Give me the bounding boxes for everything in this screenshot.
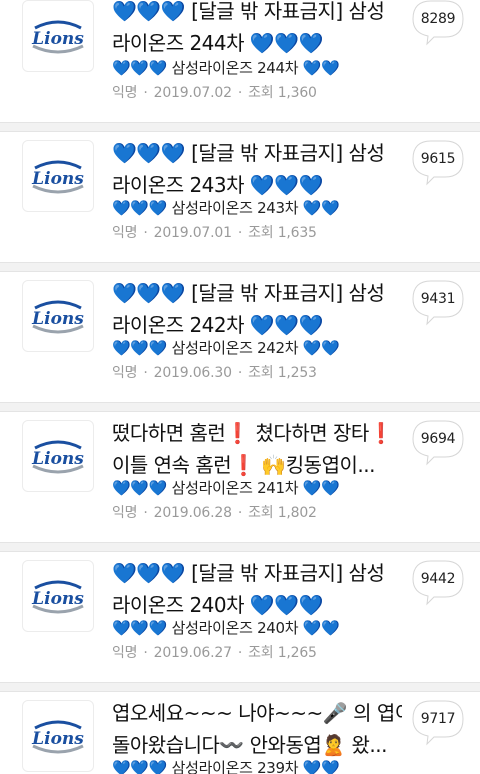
divider (0, 122, 480, 132)
post-title[interactable]: 💙💙💙 [달글 밖 자표금지] 삼성 라이온즈 240차 💙💙💙 (112, 557, 402, 621)
svg-text:Lions: Lions (31, 589, 84, 609)
post-author: 익명 (112, 225, 138, 241)
post-title[interactable]: 💙💙💙 [달글 밖 자표금지] 삼성 라이온즈 243차 💙💙💙 (112, 137, 402, 201)
post-item[interactable]: Lions 💙💙💙 [달글 밖 자표금지] 삼성 라이온즈 242차 💙💙💙 💙… (0, 280, 480, 398)
post-item[interactable]: Lions 떴다하면 홈런❗ 쳤다하면 장타❗ 이틀 연속 홈런❗ 🙌킹동엽이.… (0, 420, 480, 538)
post-preview: 💙💙💙 삼성라이온즈 242차 💙💙 (112, 339, 340, 357)
comment-count-bubble[interactable]: 9431 (412, 280, 464, 326)
comment-count-bubble[interactable]: 9694 (412, 420, 464, 466)
post-preview: 💙💙💙 삼성라이온즈 240차 💙💙 (112, 619, 340, 637)
post-preview: 💙💙💙 삼성라이온즈 239차 💙💙 (112, 759, 340, 774)
comment-count: 8289 (420, 11, 456, 27)
post-item[interactable]: Lions 💙💙💙 [달글 밖 자표금지] 삼성 라이온즈 240차 💙💙💙 💙… (0, 560, 480, 678)
post-thumbnail: Lions (22, 420, 94, 492)
post-date: 2019.07.01 (153, 225, 232, 241)
post-views: 조회 1,802 (248, 505, 317, 521)
comment-count: 9717 (420, 711, 456, 727)
post-title-line: 💙💙💙 [달글 밖 자표금지] 삼성 (112, 561, 385, 585)
post-views: 조회 1,265 (248, 645, 317, 661)
post-meta: 익명 · 2019.06.27 · 조회 1,265 (112, 645, 317, 661)
post-preview: 💙💙💙 삼성라이온즈 241차 💙💙 (112, 479, 340, 497)
post-date: 2019.06.28 (153, 505, 232, 521)
post-author: 익명 (112, 505, 138, 521)
post-title-line: 💙💙💙 [달글 밖 자표금지] 삼성 (112, 281, 385, 305)
post-title-line: 💙💙💙 [달글 밖 자표금지] 삼성 (112, 0, 385, 23)
post-thumbnail: Lions (22, 140, 94, 212)
post-views: 조회 1,635 (248, 225, 317, 241)
svg-text:Lions: Lions (31, 729, 84, 749)
svg-text:Lions: Lions (31, 29, 84, 49)
comment-count: 9615 (420, 151, 456, 167)
svg-text:Lions: Lions (31, 449, 84, 469)
comment-count-bubble[interactable]: 9615 (412, 140, 464, 186)
comment-count: 9442 (420, 571, 456, 587)
post-title-line: 엽오세요~~~ 나야~~~🎤 의 엽이 (112, 701, 402, 725)
divider (0, 682, 480, 692)
comment-count-bubble[interactable]: 9717 (412, 700, 464, 746)
comment-count-bubble[interactable]: 8289 (412, 0, 464, 46)
post-meta: 익명 · 2019.06.30 · 조회 1,253 (112, 365, 317, 381)
lions-logo-icon: Lions (31, 440, 84, 474)
post-date: 2019.06.27 (153, 645, 232, 661)
post-author: 익명 (112, 365, 138, 381)
svg-text:Lions: Lions (31, 169, 84, 189)
post-item[interactable]: Lions 💙💙💙 [달글 밖 자표금지] 삼성 라이온즈 244차 💙💙💙 💙… (0, 0, 480, 118)
post-title-line: 💙💙💙 [달글 밖 자표금지] 삼성 (112, 141, 385, 165)
post-meta: 익명 · 2019.07.01 · 조회 1,635 (112, 225, 317, 241)
svg-text:Lions: Lions (31, 309, 84, 329)
comment-count: 9694 (420, 431, 456, 447)
post-author: 익명 (112, 85, 138, 101)
post-title[interactable]: 💙💙💙 [달글 밖 자표금지] 삼성 라이온즈 244차 💙💙💙 (112, 0, 402, 59)
post-views: 조회 1,253 (248, 365, 317, 381)
post-meta: 익명 · 2019.06.28 · 조회 1,802 (112, 505, 317, 521)
lions-logo-icon: Lions (31, 720, 84, 754)
post-thumbnail: Lions (22, 280, 94, 352)
post-title[interactable]: 엽오세요~~~ 나야~~~🎤 의 엽이 돌아왔습니다〰️ 안와동엽🙎 왔... (112, 700, 402, 761)
post-date: 2019.06.30 (153, 365, 232, 381)
post-item[interactable]: Lions 💙💙💙 [달글 밖 자표금지] 삼성 라이온즈 243차 💙💙💙 💙… (0, 140, 480, 258)
post-title-line: 라이온즈 244차 💙💙💙 (112, 31, 324, 55)
post-title[interactable]: 💙💙💙 [달글 밖 자표금지] 삼성 라이온즈 242차 💙💙💙 (112, 277, 402, 341)
lions-logo-icon: Lions (31, 300, 84, 334)
comment-count: 9431 (420, 291, 456, 307)
lions-logo-icon: Lions (31, 580, 84, 614)
post-thumbnail: Lions (22, 700, 94, 772)
post-thumbnail: Lions (22, 560, 94, 632)
post-author: 익명 (112, 645, 138, 661)
post-thumbnail: Lions (22, 0, 94, 72)
post-preview: 💙💙💙 삼성라이온즈 243차 💙💙 (112, 199, 340, 217)
post-meta: 익명 · 2019.07.02 · 조회 1,360 (112, 85, 317, 101)
post-item[interactable]: Lions 엽오세요~~~ 나야~~~🎤 의 엽이 돌아왔습니다〰️ 안와동엽🙎… (0, 700, 480, 774)
post-views: 조회 1,360 (248, 85, 317, 101)
post-preview: 💙💙💙 삼성라이온즈 244차 💙💙 (112, 59, 340, 77)
divider (0, 402, 480, 412)
post-title[interactable]: 떴다하면 홈런❗ 쳤다하면 장타❗ 이틀 연속 홈런❗ 🙌킹동엽이... (112, 417, 402, 481)
divider (0, 542, 480, 552)
lions-logo-icon: Lions (31, 20, 84, 54)
post-title-line: 떴다하면 홈런❗ 쳤다하면 장타❗ (112, 421, 394, 445)
divider (0, 262, 480, 272)
post-date: 2019.07.02 (153, 85, 232, 101)
lions-logo-icon: Lions (31, 160, 84, 194)
comment-count-bubble[interactable]: 9442 (412, 560, 464, 606)
